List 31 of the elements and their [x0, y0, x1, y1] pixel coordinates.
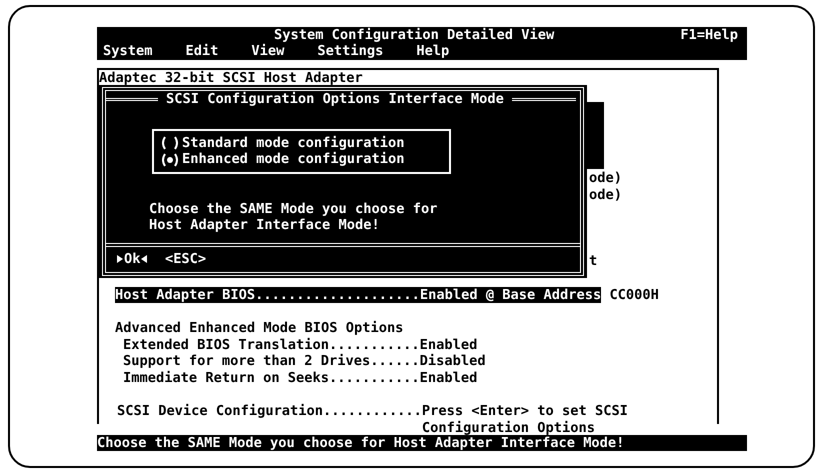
menu-item[interactable]: System [103, 43, 152, 60]
radio-label[interactable]: Standard mode configuration [182, 134, 404, 152]
help-hint: F1=Help [680, 26, 738, 44]
obscured-text: ode) [589, 170, 622, 187]
setting-label: Support for more than 2 Drives...... [123, 353, 420, 370]
window-title: System Configuration Detailed View [274, 26, 554, 44]
dialog-message: Choose the SAME Mode you choose for Host Adapter Interface Mode! [149, 200, 438, 234]
focus-arrow-icon [116, 254, 124, 264]
setting-label: Host Adapter BIOS.................... [115, 286, 420, 304]
setting-label: SCSI Device Configuration............ [117, 403, 422, 422]
setting-label: Immediate Return on Seeks........... [123, 370, 420, 386]
selected-row-highlight[interactable]: Host Adapter BIOS....................Enabled @ Base Address [115, 286, 602, 304]
obscured-text: t [589, 253, 598, 270]
setting-value: Enabled [420, 336, 478, 354]
setting-value: Enabled @ Base Address [420, 286, 602, 304]
obscured-text: ode) [589, 186, 622, 204]
status-bar: Choose the SAME Mode you choose for Host Adapter Interface Mode! [97, 434, 747, 452]
setting-value: Enabled [420, 370, 478, 386]
setting-value: Disabled [420, 353, 486, 370]
focus-arrow-icon [140, 254, 148, 264]
menu-item[interactable]: Help [416, 43, 450, 60]
setting-value: Press <Enter> to set SCSI Configuration Options [422, 403, 629, 436]
dialog-title: SCSI Configuration Options Interface Mode [166, 90, 504, 108]
radio-label[interactable]: Enhanced mode configuration [182, 151, 404, 168]
radio-icon[interactable] [161, 136, 179, 150]
address-value: CC000H [609, 286, 659, 304]
setting-label: Extended BIOS Translation........... [123, 336, 420, 354]
menu-item[interactable]: View [251, 43, 284, 60]
menu-item[interactable]: Edit [185, 43, 218, 60]
section-heading: Advanced Enhanced Mode BIOS Options [115, 320, 404, 337]
menu-item[interactable]: Settings [317, 43, 384, 60]
